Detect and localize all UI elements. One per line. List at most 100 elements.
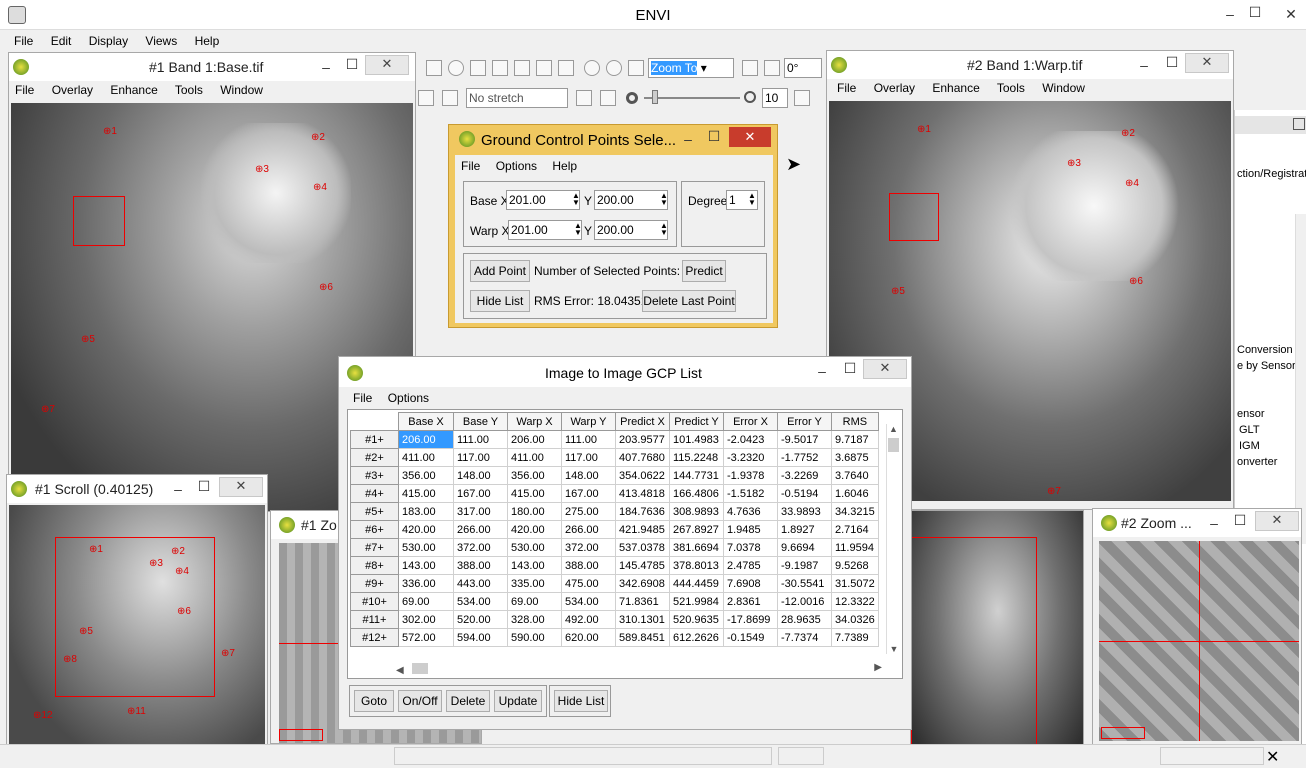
table-cell[interactable]: 415.00 <box>507 484 562 503</box>
gcp-marker[interactable]: ⊕7 <box>41 405 55 415</box>
close-icon[interactable]: ✕ <box>1185 53 1229 73</box>
column-header[interactable]: RMS <box>831 412 879 431</box>
gcp-marker[interactable]: ⊕3 <box>255 165 269 175</box>
menu-views[interactable]: Views <box>145 34 177 48</box>
slider-thumb[interactable] <box>652 90 658 104</box>
column-header[interactable]: Warp Y <box>561 412 616 431</box>
gcp-marker[interactable]: ⊕3 <box>1067 159 1081 169</box>
predict-button[interactable]: Predict <box>682 260 726 282</box>
warp-x-field[interactable]: 201.00 <box>508 220 582 240</box>
table-cell[interactable]: 144.7731 <box>669 466 724 485</box>
gcp-marker[interactable]: ⊕6 <box>1129 277 1143 287</box>
close-icon[interactable]: ✕ <box>1280 6 1302 22</box>
table-cell[interactable]: 69.00 <box>398 592 454 611</box>
minimize-icon[interactable]: – <box>167 481 189 497</box>
table-cell[interactable]: 3.7640 <box>831 466 879 485</box>
panel-scrollbar[interactable] <box>1295 214 1306 544</box>
warp-scroll-image[interactable] <box>911 511 1083 759</box>
table-cell[interactable]: 7.6908 <box>723 574 778 593</box>
table-cell[interactable]: -12.0016 <box>777 592 832 611</box>
table-cell[interactable]: 342.6908 <box>615 574 670 593</box>
table-row[interactable]: #6+ 420.00 266.00 420.00 266.00 421.9485 267.8… <box>350 520 879 539</box>
menu-options[interactable]: Options <box>388 391 429 405</box>
minimize-icon[interactable]: – <box>677 131 699 147</box>
table-cell[interactable]: 184.7636 <box>615 502 670 521</box>
table-row[interactable]: #9+ 336.00 443.00 335.00 475.00 342.6908 444.4… <box>350 574 879 593</box>
gcp-marker[interactable]: ⊕4 <box>313 183 327 193</box>
table-cell[interactable]: -7.7374 <box>777 628 832 647</box>
table-cell[interactable]: -1.9378 <box>723 466 778 485</box>
gcp-marker[interactable]: ⊕7 <box>221 649 235 659</box>
table-cell[interactable]: 589.8451 <box>615 628 670 647</box>
table-cell[interactable]: 336.00 <box>398 574 454 593</box>
table-cell[interactable]: 1.8927 <box>777 520 832 539</box>
minimize-icon[interactable]: – <box>315 59 337 75</box>
table-cell[interactable]: 34.3215 <box>831 502 879 521</box>
table-cell[interactable]: 411.00 <box>398 448 454 467</box>
table-cell[interactable]: 381.6694 <box>669 538 724 557</box>
table-cell[interactable]: 117.00 <box>561 448 616 467</box>
table-cell[interactable]: 115.2248 <box>669 448 724 467</box>
minimize-icon[interactable]: – <box>1203 515 1225 531</box>
goto-button[interactable]: Goto <box>354 690 394 712</box>
link-icon[interactable] <box>442 90 458 106</box>
fixed-zoom-icon[interactable] <box>628 60 644 76</box>
menu-edit[interactable]: Edit <box>51 34 72 48</box>
delete-last-point-button[interactable]: Delete Last Point <box>642 290 736 312</box>
table-cell[interactable]: 413.4818 <box>615 484 670 503</box>
panel-restore-icon[interactable] <box>1293 118 1305 130</box>
table-cell[interactable]: 407.7680 <box>615 448 670 467</box>
gcp-marker[interactable]: ⊕1 <box>89 545 103 555</box>
minimize-icon[interactable]: – <box>1219 6 1241 22</box>
table-row[interactable]: #4+ 415.00 167.00 415.00 167.00 413.4818 166.4… <box>350 484 879 503</box>
base-y-spinner-icon[interactable]: ▲ ▼ <box>660 192 668 207</box>
column-header[interactable]: Error X <box>723 412 778 431</box>
table-cell[interactable]: 34.0326 <box>831 610 879 629</box>
scroll-left-icon[interactable]: ◀ <box>396 665 404 676</box>
table-cell[interactable]: 530.00 <box>398 538 454 557</box>
close-icon[interactable]: ✕ <box>729 127 771 147</box>
base-x-spinner-icon[interactable]: ▲ ▼ <box>572 192 580 207</box>
table-cell[interactable]: 9.6694 <box>777 538 832 557</box>
refresh-icon[interactable] <box>576 90 592 106</box>
maximize-icon[interactable]: ☐ <box>839 360 861 376</box>
gcp-marker[interactable]: ⊕7 <box>1047 487 1061 497</box>
table-cell[interactable]: 421.9485 <box>615 520 670 539</box>
table-cell[interactable]: 266.00 <box>561 520 616 539</box>
menu-overlay[interactable]: Overlay <box>874 81 915 95</box>
table-cell[interactable]: 4.7636 <box>723 502 778 521</box>
table-cell[interactable]: 28.9635 <box>777 610 832 629</box>
table-cell[interactable]: 475.00 <box>561 574 616 593</box>
gcp-marker[interactable]: ⊕1 <box>917 125 931 135</box>
table-cell[interactable]: 443.00 <box>453 574 508 593</box>
row-header[interactable]: #6+ <box>350 520 399 539</box>
rectangle-tool-icon[interactable] <box>426 60 442 76</box>
view-box[interactable] <box>911 537 1037 759</box>
table-cell[interactable]: 572.00 <box>398 628 454 647</box>
rotate-right-icon[interactable] <box>764 60 780 76</box>
menu-file[interactable]: File <box>14 34 33 48</box>
pan-tool-icon[interactable] <box>536 60 552 76</box>
table-cell[interactable]: 1.9485 <box>723 520 778 539</box>
table-cell[interactable]: -30.5541 <box>777 574 832 593</box>
stretch-select[interactable]: No stretch <box>466 88 568 108</box>
menu-enhance[interactable]: Enhance <box>110 83 157 97</box>
table-cell[interactable]: 594.00 <box>453 628 508 647</box>
toolbox-item[interactable]: e by Sensor <box>1237 360 1296 372</box>
row-header[interactable]: #1+ <box>350 430 399 449</box>
close-icon[interactable]: ✕ <box>863 359 907 379</box>
table-cell[interactable]: 9.5268 <box>831 556 879 575</box>
table-cell[interactable]: 378.8013 <box>669 556 724 575</box>
column-header[interactable]: Base Y <box>453 412 508 431</box>
vertical-scrollbar[interactable]: ▲ ▼ <box>886 424 900 654</box>
table-cell[interactable]: 266.00 <box>453 520 508 539</box>
table-cell[interactable]: 203.9577 <box>615 430 670 449</box>
menu-tools[interactable]: Tools <box>997 81 1025 95</box>
table-cell[interactable]: 33.9893 <box>777 502 832 521</box>
gcp-marker[interactable]: ⊕12 <box>33 711 53 721</box>
menu-file[interactable]: File <box>461 159 480 173</box>
gcp-marker[interactable]: ⊕2 <box>311 133 325 143</box>
table-cell[interactable]: -9.5017 <box>777 430 832 449</box>
zoom-box[interactable] <box>889 193 939 241</box>
table-cell[interactable]: 328.00 <box>507 610 562 629</box>
